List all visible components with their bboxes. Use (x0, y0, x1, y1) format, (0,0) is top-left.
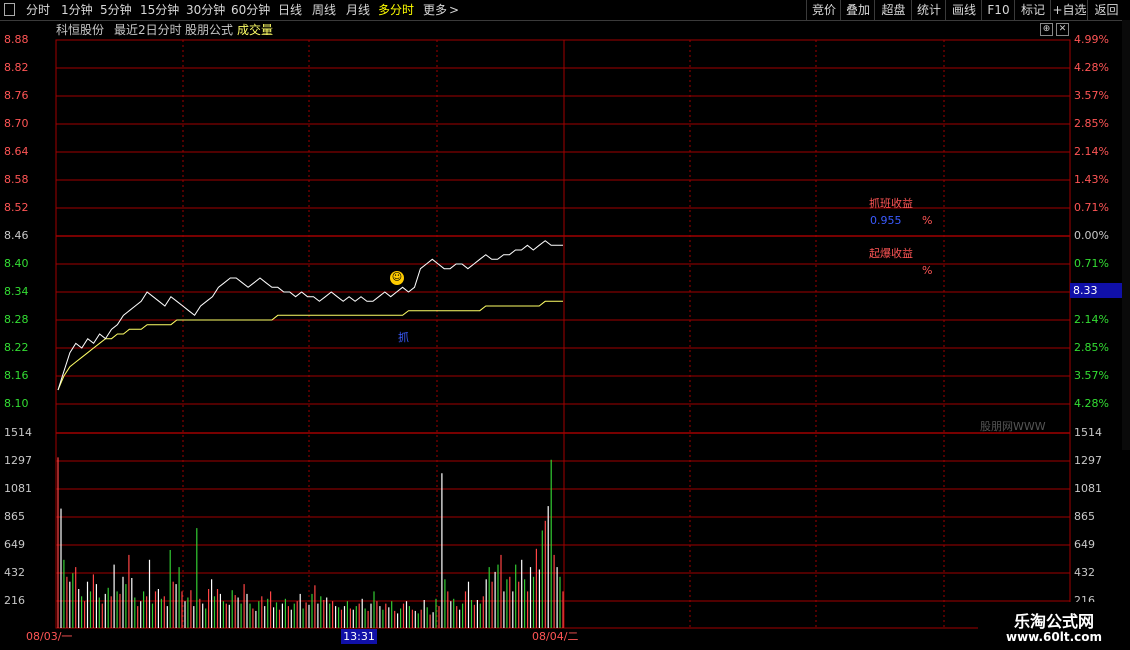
tool-button-2[interactable]: 超盘 (874, 0, 912, 20)
price-tick-label: 8.34 (4, 285, 29, 298)
zhuaban-value: 0.955 (870, 214, 902, 227)
period-toolbar: 分时 1分钟 5分钟 15分钟 30分钟 60分钟 日线 周线 月线 多分时 更多 > 竞价 叠加 超盘统… (0, 0, 1130, 21)
signal-marker: 抓 (398, 331, 409, 344)
price-tick-label: 8.76 (4, 89, 29, 102)
more-chevron-icon: > (449, 3, 460, 17)
chart-frame (55, 39, 1071, 629)
tool-button-3[interactable]: 统计 (911, 0, 946, 20)
price-tick-label: 8.46 (4, 229, 29, 242)
qibao-value: % (922, 264, 933, 277)
toolbar-toggle-icon (4, 3, 15, 16)
price-tick-label: 8.22 (4, 341, 29, 354)
chart-canvas[interactable] (0, 0, 1130, 650)
tool-button-1[interactable]: 叠加 (840, 0, 875, 20)
volume-tick-label: 1514 (4, 426, 32, 439)
percent-tick-label: 3.57% (1074, 369, 1109, 382)
menu-toggle-button[interactable] (4, 0, 15, 20)
price-tick-label: 8.64 (4, 145, 29, 158)
period-tab-7[interactable]: 周线 (312, 0, 336, 20)
volume-tick-label-right: 649 (1074, 538, 1095, 551)
stock-name: 科恒股份 (56, 23, 105, 37)
volume-tick-label: 432 (4, 566, 25, 579)
time-cursor-label: 13:31 (341, 629, 377, 644)
tool-button-0[interactable]: 竞价 (806, 0, 841, 20)
tool-button-8[interactable]: 返回 (1087, 0, 1125, 20)
percent-tick-label: 4.28% (1074, 397, 1109, 410)
zhuaban-label: 抓班收益 (869, 197, 913, 210)
price-tick-label: 8.70 (4, 117, 29, 130)
tool-button-6[interactable]: 标记 (1014, 0, 1051, 20)
price-tick-label: 8.10 (4, 397, 29, 410)
period-label: 最近2日分时 (114, 23, 182, 37)
period-tab-4[interactable]: 30分钟 (186, 0, 225, 20)
percent-tick-label: 4.99% (1074, 33, 1109, 46)
chart-title-bar: 科恒股份 最近2日分时 股朋公式 成交量 ⊕ ✕ (0, 20, 1070, 40)
percent-tick-label: 0.71% (1074, 257, 1109, 270)
tool-button-7[interactable]: +自选 (1050, 0, 1088, 20)
volume-tick-label: 649 (4, 538, 25, 551)
faint-watermark: 股朋网WWW (980, 420, 1046, 433)
volume-tick-label: 216 (4, 594, 25, 607)
price-tick-label: 8.28 (4, 313, 29, 326)
volume-tick-label-right: 1081 (1074, 482, 1102, 495)
price-tick-label: 8.52 (4, 201, 29, 214)
period-tab-5[interactable]: 60分钟 (231, 0, 270, 20)
period-tab-0[interactable]: 分时 (26, 0, 50, 20)
price-tick-label: 8.82 (4, 61, 29, 74)
period-tab-9[interactable]: 多分时 (378, 0, 414, 20)
period-tab-3[interactable]: 15分钟 (140, 0, 179, 20)
volume-tick-label-right: 432 (1074, 566, 1095, 579)
watermark-logo: 乐淘公式网 www.60lt.com (978, 602, 1130, 650)
zoom-icon[interactable]: ⊕ (1040, 23, 1053, 36)
avg-price-line (57, 300, 563, 391)
period-tab-8[interactable]: 月线 (346, 0, 370, 20)
period-tab-2[interactable]: 5分钟 (100, 0, 132, 20)
tool-button-4[interactable]: 画线 (945, 0, 982, 20)
smiley-icon: ☺ (390, 271, 404, 285)
percent-tick-label: 3.57% (1074, 89, 1109, 102)
volume-tick-label-right: 1297 (1074, 454, 1102, 467)
zhuaban-percent: % (922, 214, 933, 227)
percent-tick-label: 1.43% (1074, 173, 1109, 186)
period-tab-1[interactable]: 1分钟 (61, 0, 93, 20)
price-tick-label: 8.88 (4, 33, 29, 46)
volume-tick-label: 865 (4, 510, 25, 523)
percent-tick-label: 0.71% (1074, 201, 1109, 214)
time-start-label: 08/03/一 (26, 630, 73, 643)
time-end-label: 08/04/二 (532, 630, 579, 643)
percent-tick-label: 2.85% (1074, 341, 1109, 354)
watermark-title: 乐淘公式网 (1013, 612, 1094, 631)
volume-tick-label: 1081 (4, 482, 32, 495)
percent-tick-label: 4.28% (1074, 61, 1109, 74)
percent-tick-label: 0.00% (1074, 229, 1109, 242)
percent-tick-label: 2.14% (1074, 145, 1109, 158)
price-tick-label: 8.40 (4, 257, 29, 270)
close-icon[interactable]: ✕ (1056, 23, 1069, 36)
volume-tick-label-right: 865 (1074, 510, 1095, 523)
period-tab-6[interactable]: 日线 (278, 0, 302, 20)
formula-label[interactable]: 股朋公式 (185, 20, 233, 40)
qibao-label: 起爆收益 (869, 247, 913, 260)
right-sidebar-strip[interactable] (1122, 20, 1130, 450)
indicator-label[interactable]: 成交量 (237, 20, 273, 40)
volume-tick-label-right: 1514 (1074, 426, 1102, 439)
period-tab-10[interactable]: 更多 (423, 0, 447, 20)
price-tick-label: 8.58 (4, 173, 29, 186)
percent-tick-label: 2.14% (1074, 313, 1109, 326)
price-tick-label: 8.16 (4, 369, 29, 382)
current-price-box: 8.33 (1070, 283, 1122, 298)
volume-tick-label: 1297 (4, 454, 32, 467)
watermark-url: www.60lt.com (1005, 630, 1103, 644)
tool-button-5[interactable]: F10 (981, 0, 1015, 20)
percent-tick-label: 2.85% (1074, 117, 1109, 130)
